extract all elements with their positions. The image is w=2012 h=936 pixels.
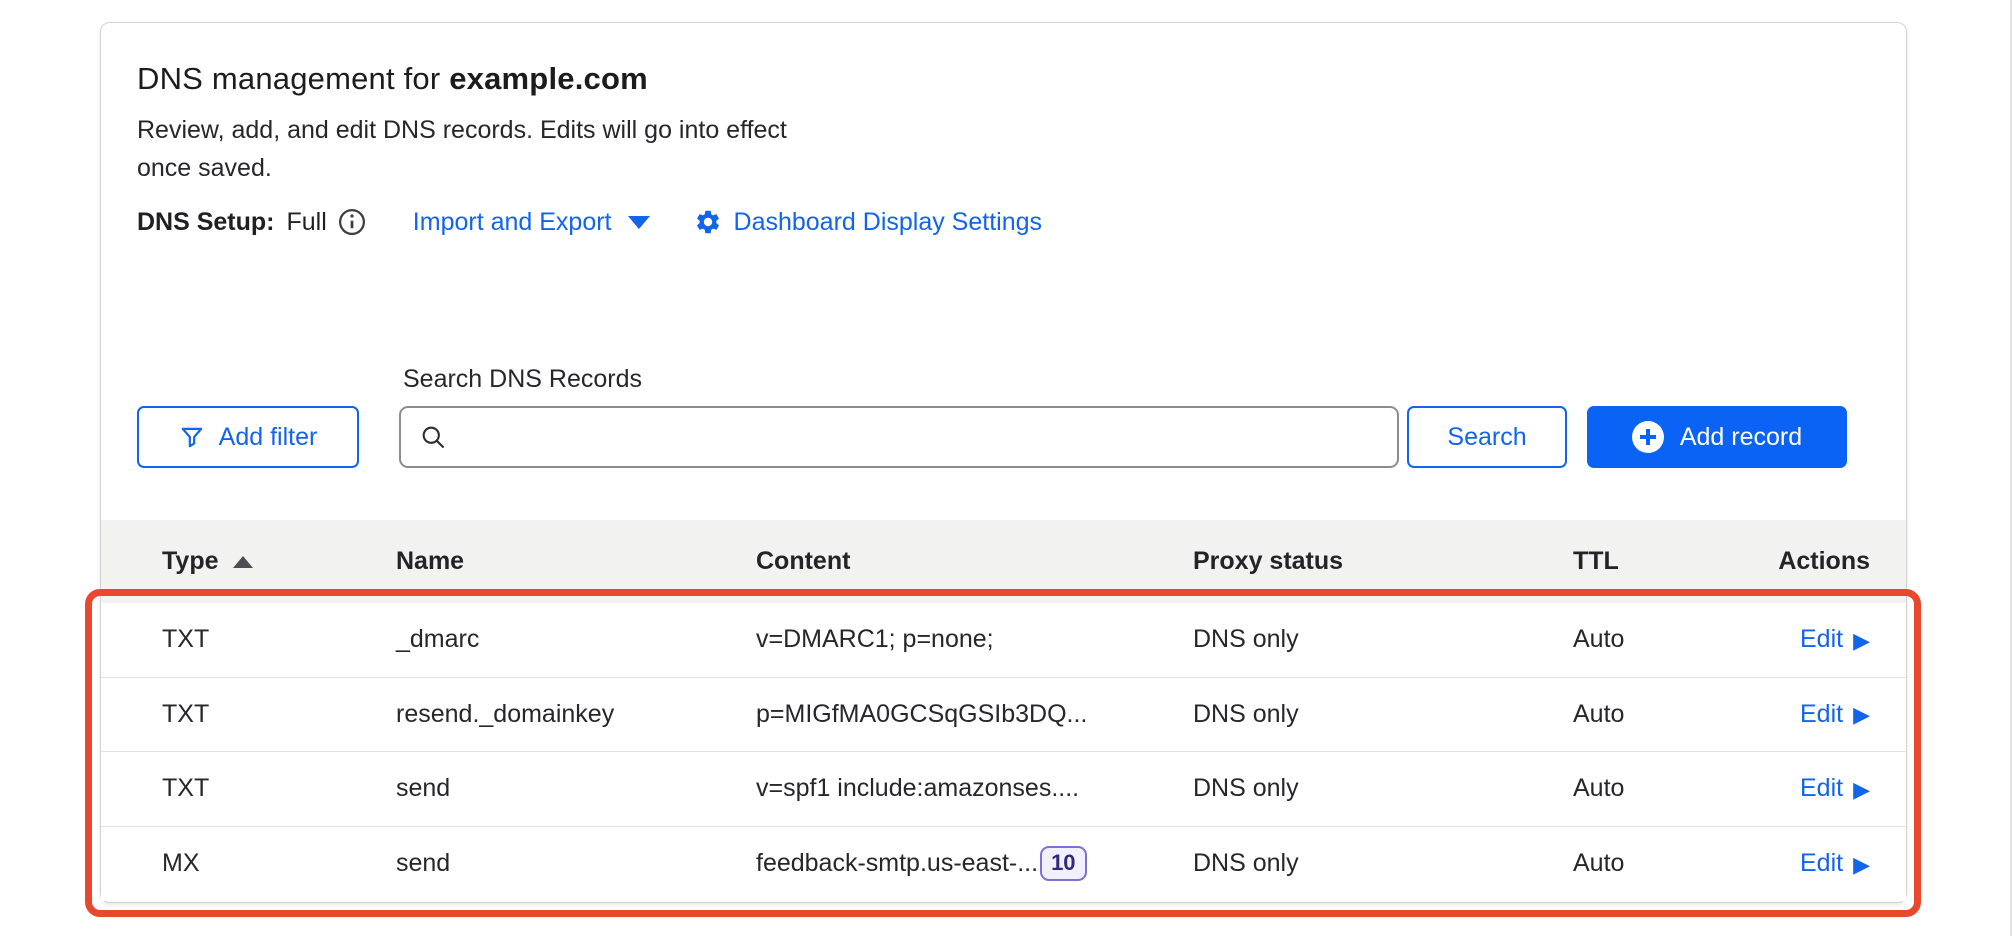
record-name: resend._domainkey (396, 700, 756, 729)
import-export-label: Import and Export (413, 208, 612, 237)
search-label: Search DNS Records (399, 365, 1399, 394)
dns-setup-row: DNS Setup: Full Import and Export (137, 207, 1870, 237)
header-content[interactable]: Content (756, 547, 1193, 576)
dns-management-page: DNS management for example.com Review, a… (0, 0, 2012, 936)
dns-setup-value: Full (287, 208, 327, 237)
record-ttl: Auto (1573, 774, 1761, 803)
plus-circle-icon (1632, 421, 1664, 453)
record-content: p=MIGfMA0GCSqGSIb3DQ... (756, 700, 1193, 729)
header-name[interactable]: Name (396, 547, 756, 576)
chevron-right-icon: ▶ (1853, 704, 1870, 726)
record-type: TXT (101, 774, 396, 803)
table-row: TXT send v=spf1 include:amazonses.... DN… (101, 752, 1906, 827)
header-ttl[interactable]: TTL (1573, 547, 1761, 576)
header-actions: Actions (1761, 547, 1906, 576)
add-filter-label: Add filter (219, 423, 318, 452)
chevron-right-icon: ▶ (1853, 779, 1870, 801)
record-type: TXT (101, 625, 396, 654)
record-type: TXT (101, 700, 396, 729)
add-filter-button[interactable]: Add filter (137, 406, 359, 468)
record-proxy: DNS only (1193, 700, 1573, 729)
edit-record-button[interactable]: Edit ▶ (1800, 625, 1870, 654)
record-content: v=DMARC1; p=none; (756, 625, 1193, 654)
page-subtitle: Review, add, and edit DNS records. Edits… (137, 111, 807, 187)
sort-ascending-icon (233, 556, 253, 568)
record-ttl: Auto (1573, 625, 1761, 654)
table-row: TXT resend._domainkey p=MIGfMA0GCSqGSIb3… (101, 678, 1906, 753)
table-row: TXT _dmarc v=DMARC1; p=none; DNS only Au… (101, 603, 1906, 678)
record-name: _dmarc (396, 625, 756, 654)
edit-record-button[interactable]: Edit ▶ (1800, 849, 1870, 878)
header-proxy-status[interactable]: Proxy status (1193, 547, 1573, 576)
chevron-right-icon: ▶ (1853, 630, 1870, 652)
import-export-link[interactable]: Import and Export (413, 208, 650, 237)
record-proxy: DNS only (1193, 774, 1573, 803)
chevron-right-icon: ▶ (1853, 854, 1870, 876)
record-ttl: Auto (1573, 700, 1761, 729)
edit-record-button[interactable]: Edit ▶ (1800, 774, 1870, 803)
record-proxy: DNS only (1193, 849, 1573, 878)
page-title-domain: example.com (449, 61, 648, 96)
dashboard-display-settings-link[interactable]: Dashboard Display Settings (694, 208, 1043, 237)
chevron-down-icon (628, 216, 650, 229)
record-ttl: Auto (1573, 849, 1761, 878)
gear-icon (694, 208, 722, 236)
record-type: MX (101, 849, 396, 878)
record-name: send (396, 849, 756, 878)
page-title: DNS management for example.com (137, 57, 1870, 101)
record-content: v=spf1 include:amazonses.... (756, 774, 1193, 803)
dns-setup-label: DNS Setup: (137, 208, 275, 237)
add-record-button[interactable]: Add record (1587, 406, 1847, 468)
record-proxy: DNS only (1193, 625, 1573, 654)
mx-priority-badge: 10 (1040, 846, 1086, 881)
search-icon (419, 423, 447, 451)
controls-row: Add filter Search DNS Records (137, 365, 1870, 468)
info-icon[interactable] (337, 207, 367, 237)
search-button-label: Search (1447, 423, 1526, 452)
table-row: MX send feedback-smtp.us-east-... 10 DNS… (101, 827, 1906, 902)
record-name: send (396, 774, 756, 803)
search-button[interactable]: Search (1407, 406, 1567, 468)
dns-management-card: DNS management for example.com Review, a… (100, 22, 1907, 903)
filter-icon (179, 424, 205, 450)
header-type[interactable]: Type (101, 547, 396, 576)
search-group: Search DNS Records (399, 365, 1399, 468)
edit-record-button[interactable]: Edit ▶ (1800, 700, 1870, 729)
search-input[interactable] (399, 406, 1399, 468)
dashboard-display-settings-label: Dashboard Display Settings (734, 208, 1043, 237)
dns-records-table: Type Name Content Proxy status TTL Actio… (101, 520, 1906, 902)
page-title-prefix: DNS management for (137, 61, 449, 96)
table-header-row: Type Name Content Proxy status TTL Actio… (101, 520, 1906, 603)
record-content: feedback-smtp.us-east-... 10 (756, 846, 1193, 881)
add-record-label: Add record (1680, 423, 1802, 452)
